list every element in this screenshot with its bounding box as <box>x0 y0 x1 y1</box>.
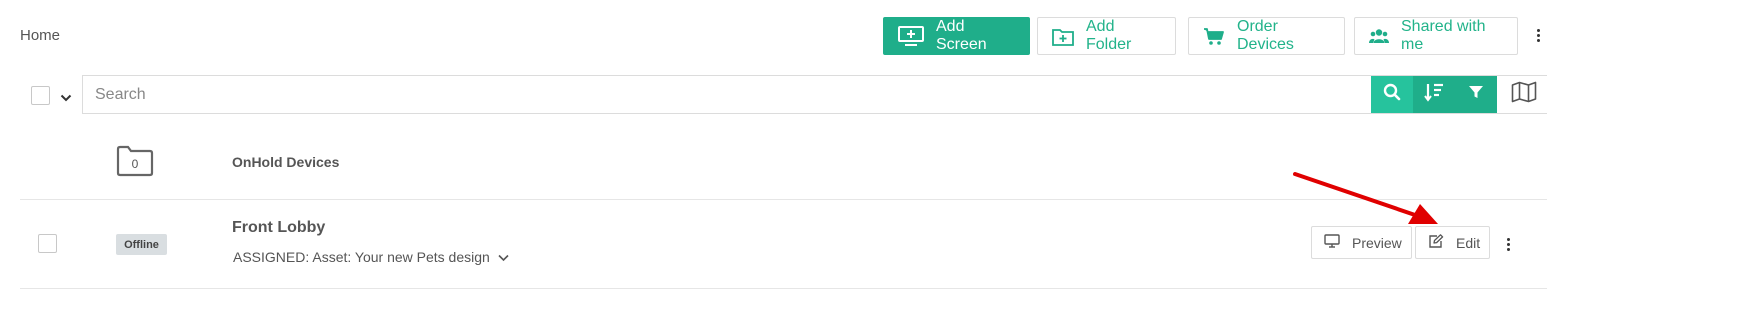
assigned-content-label: ASSIGNED: Asset: Your new Pets design <box>233 249 490 265</box>
add-screen-button[interactable]: Add Screen <box>883 17 1030 55</box>
annotation-arrow-icon <box>1293 172 1438 224</box>
order-devices-label: Order Devices <box>1237 18 1294 53</box>
order-devices-button[interactable]: Order Devices <box>1188 17 1345 55</box>
shared-with-me-label: Shared with me <box>1401 18 1486 53</box>
row-checkbox[interactable] <box>38 234 57 253</box>
preview-label: Preview <box>1352 234 1402 251</box>
screen-name[interactable]: Front Lobby <box>232 219 325 237</box>
select-all-checkbox[interactable] <box>31 86 50 105</box>
edit-button[interactable]: Edit <box>1415 226 1490 259</box>
cart-icon <box>1203 27 1225 46</box>
users-icon <box>1369 28 1389 44</box>
map-icon <box>1511 81 1537 108</box>
map-view-button[interactable] <box>1501 76 1547 113</box>
preview-button[interactable]: Preview <box>1311 226 1412 259</box>
search-button[interactable] <box>1371 76 1413 113</box>
row-more-options-kebab-icon[interactable] <box>1507 238 1510 251</box>
search-input[interactable] <box>83 76 1371 113</box>
monitor-icon <box>1324 234 1340 251</box>
row-divider <box>20 288 1547 289</box>
filter-button[interactable] <box>1455 76 1497 113</box>
shared-with-me-button[interactable]: Shared with me <box>1354 17 1518 55</box>
sort-icon <box>1424 82 1444 107</box>
folder-name[interactable]: OnHold Devices <box>232 154 339 170</box>
add-folder-label: Add Folder <box>1086 18 1132 53</box>
add-screen-label: Add Screen <box>936 18 987 53</box>
add-folder-button[interactable]: Add Folder <box>1037 17 1176 55</box>
folder-count: 0 <box>131 157 139 171</box>
more-options-kebab-icon[interactable] <box>1537 29 1540 42</box>
breadcrumb[interactable]: Home <box>20 27 60 44</box>
chevron-down-icon[interactable] <box>60 90 72 108</box>
edit-label: Edit <box>1456 234 1481 251</box>
edit-icon <box>1428 234 1444 251</box>
status-badge: Offline <box>116 234 167 255</box>
filter-icon <box>1468 84 1484 105</box>
search-bar <box>82 75 1547 114</box>
folder-plus-icon <box>1052 27 1074 46</box>
assigned-content-dropdown[interactable]: ASSIGNED: Asset: Your new Pets design <box>233 249 509 265</box>
sort-button[interactable] <box>1413 76 1455 113</box>
monitor-plus-icon <box>898 26 924 46</box>
chevron-down-icon <box>498 249 509 265</box>
search-icon <box>1383 83 1401 106</box>
